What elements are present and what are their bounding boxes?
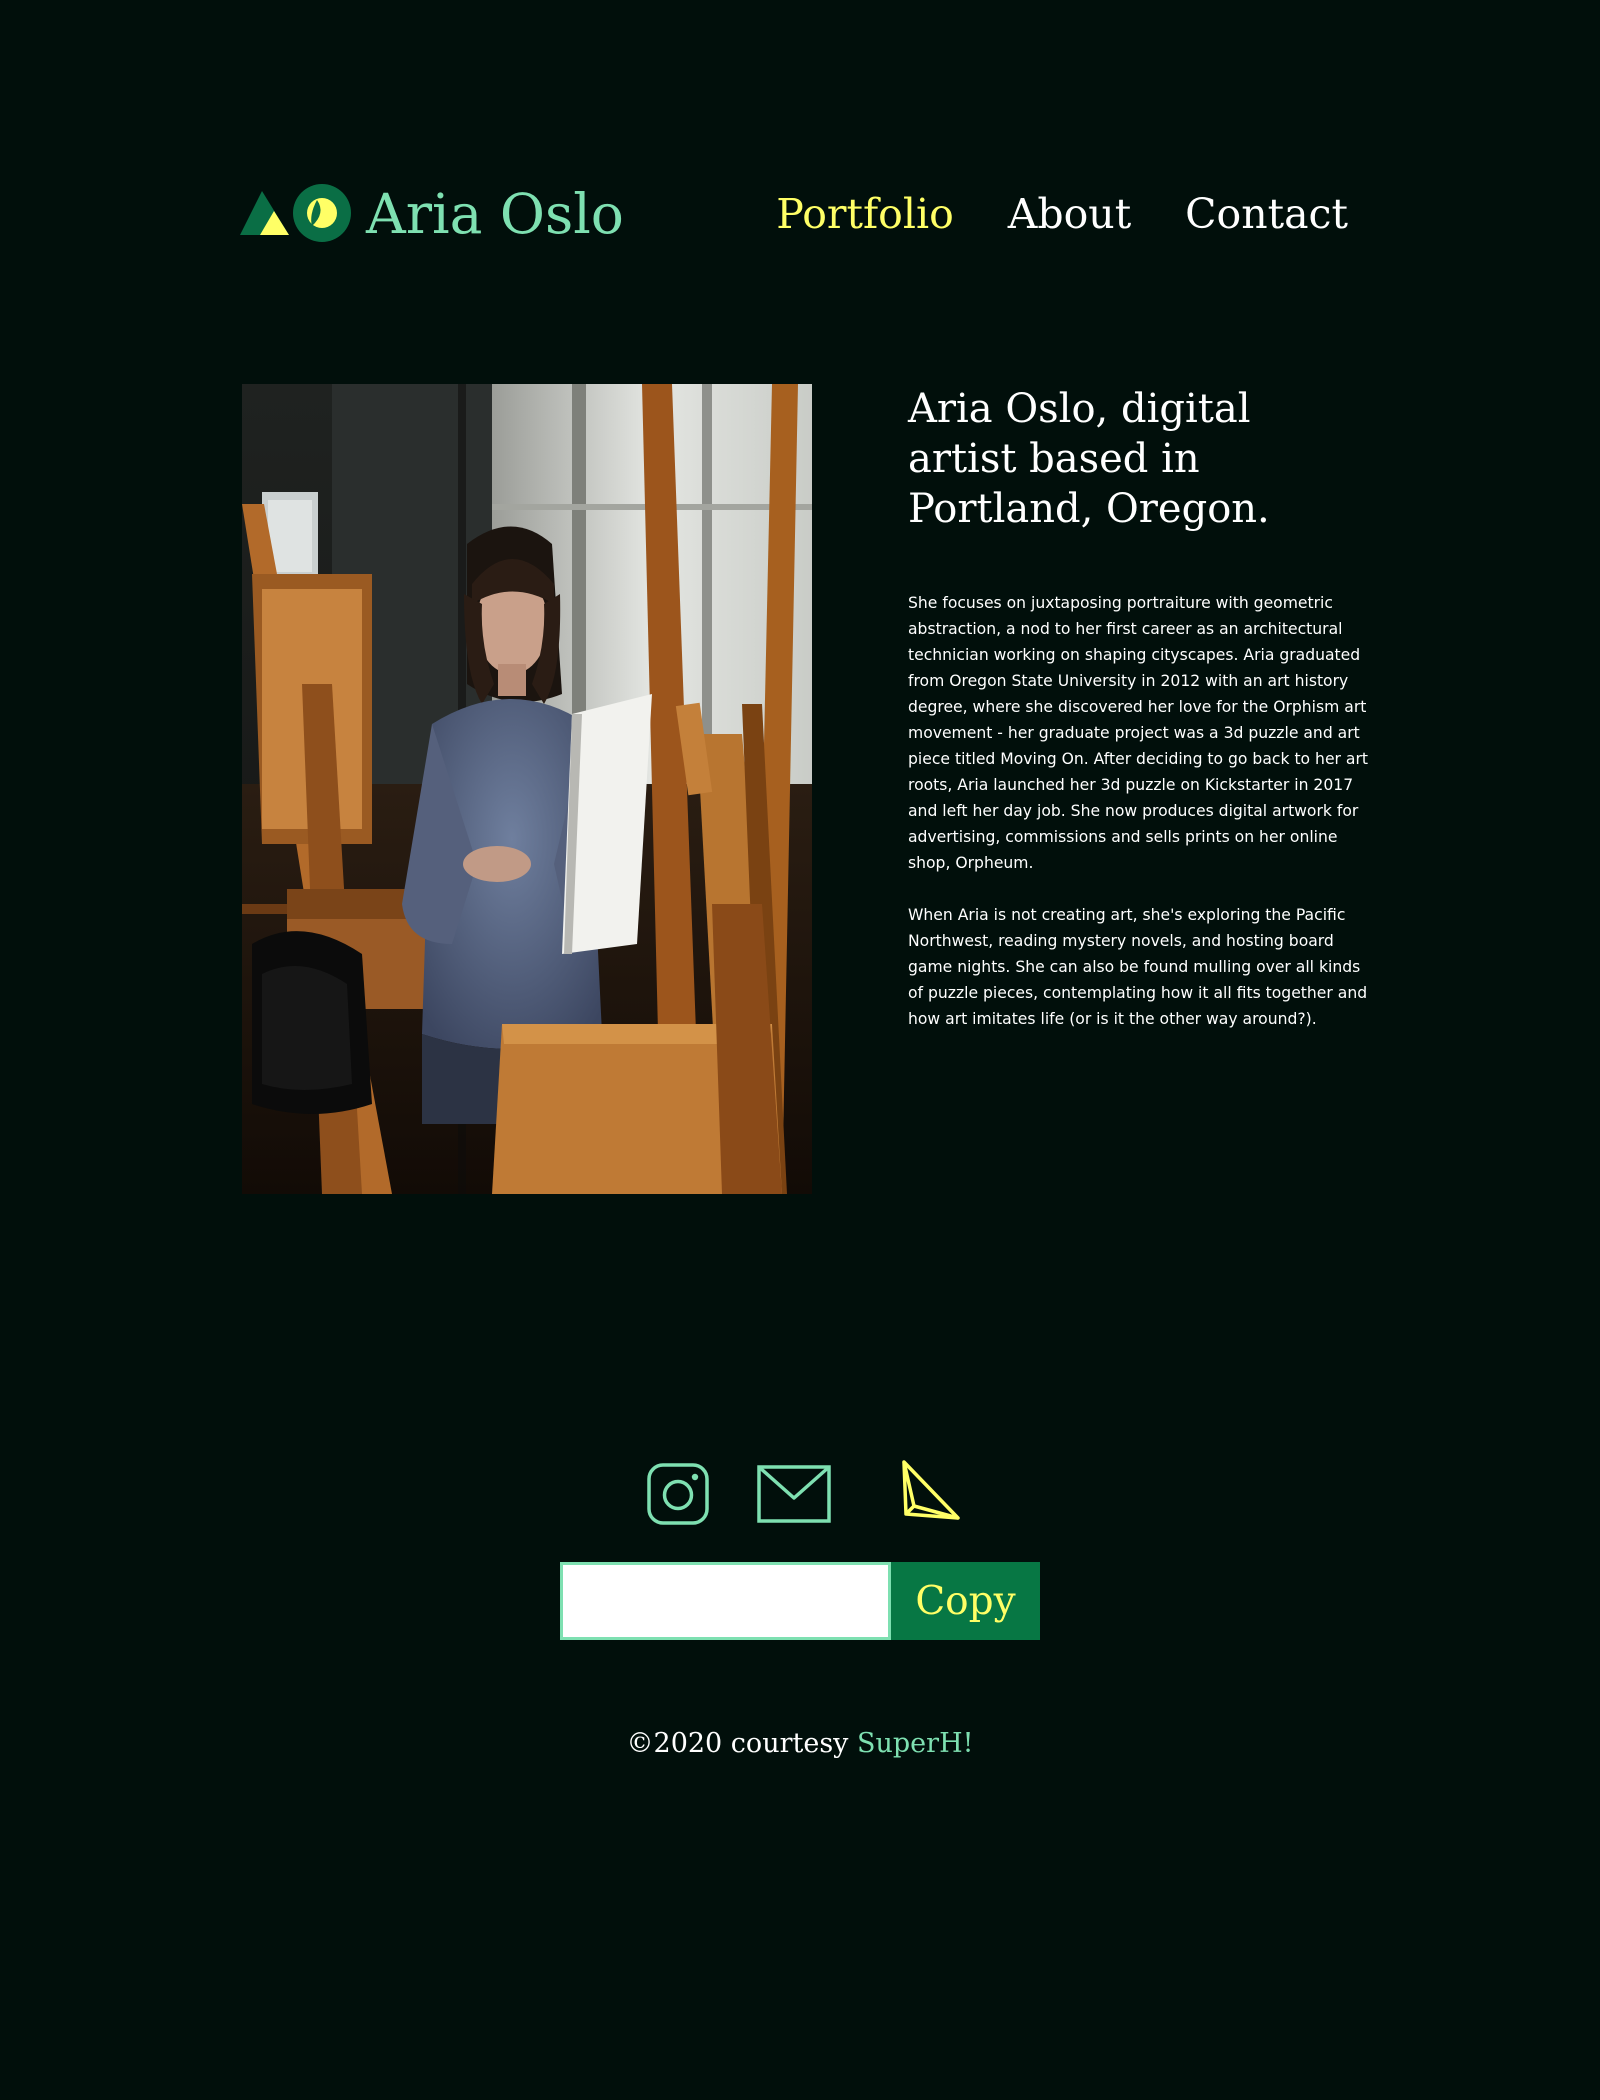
copy-link-form: Copy [560, 1562, 1040, 1640]
bio-section: Aria Oslo, digital artist based in Portl… [908, 384, 1368, 1032]
share-link-input[interactable] [560, 1562, 891, 1640]
social-links [640, 1456, 980, 1528]
portrait-photo [242, 384, 812, 1194]
paper-plane-icon [902, 1460, 960, 1520]
superh-link[interactable]: SuperH! [857, 1728, 973, 1759]
mail-link[interactable] [756, 1464, 832, 1524]
copyright-text: ©2020 courtesy [626, 1728, 858, 1759]
nav-portfolio-link[interactable]: Portfolio [776, 178, 953, 250]
nav-contact-link[interactable]: Contact [1185, 178, 1348, 250]
paper-plane-link[interactable] [900, 1458, 962, 1520]
logo-icon [240, 184, 351, 242]
mail-icon [757, 1465, 831, 1523]
copy-button[interactable]: Copy [891, 1562, 1040, 1640]
site-footer: ©2020 courtesy SuperH! [0, 1724, 1600, 1764]
bio-paragraph: When Aria is not creating art, she's exp… [908, 906, 1368, 1028]
bio-paragraph: She focuses on juxtaposing portraiture w… [908, 594, 1368, 872]
nav-about-link[interactable]: About [1008, 178, 1131, 250]
instagram-icon [647, 1463, 709, 1525]
instagram-link[interactable] [646, 1462, 710, 1526]
logo-text: Aria Oslo [366, 182, 624, 246]
bio-heading: Aria Oslo, digital artist based in Portl… [908, 386, 1270, 532]
main-nav: Portfolio About Contact [776, 178, 1348, 250]
site-header: Aria Oslo Portfolio About Contact [240, 178, 1348, 250]
portrait-photo-illustration [242, 384, 812, 1194]
logo-link[interactable]: Aria Oslo [240, 178, 624, 250]
